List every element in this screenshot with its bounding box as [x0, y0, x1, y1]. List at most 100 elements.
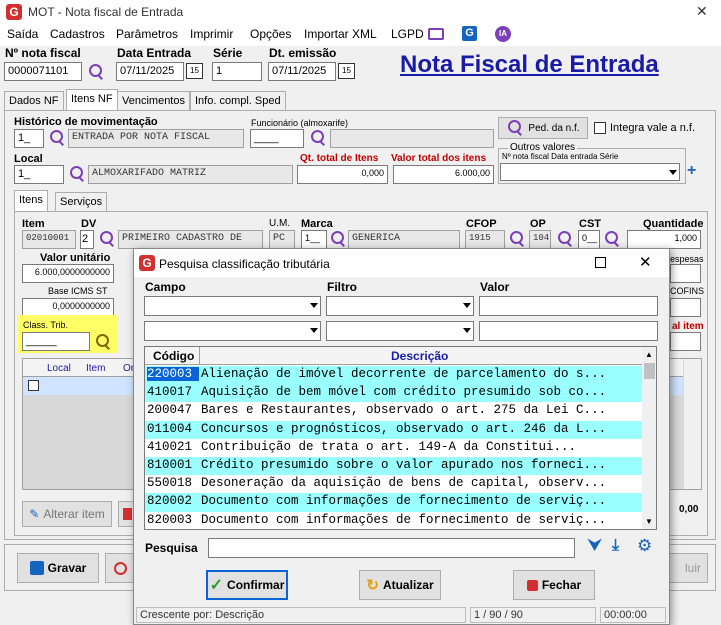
result-row[interactable]: 220003 Alienação de imóvel decorrente de … [145, 366, 642, 385]
valor-input-1[interactable] [479, 296, 658, 316]
result-row[interactable]: 810001 Crédito presumido sobre o valor ap… [145, 457, 642, 476]
scroll-down-icon[interactable]: ▼ [645, 517, 653, 526]
confirmar-button[interactable]: ✓ Confirmar [206, 570, 288, 600]
dt-emissao-input[interactable]: 07/11/2025 [268, 62, 336, 81]
next-down-icon[interactable]: ⮟ [588, 537, 602, 555]
cst-search-icon[interactable] [603, 230, 621, 248]
item-search-icon[interactable] [98, 230, 116, 248]
campo-select-1[interactable] [144, 296, 321, 316]
historico-code-input[interactable]: 1_ [14, 129, 44, 148]
menu-parametros[interactable]: Parâmetros [116, 27, 178, 41]
cancel-button[interactable] [105, 553, 135, 583]
op-input[interactable]: 104 [529, 230, 551, 249]
last-down-icon[interactable]: ⤓ [612, 537, 619, 555]
window-close-button[interactable]: ✕ [696, 3, 708, 20]
ped-nf-button[interactable]: Ped. da n.f. [498, 117, 588, 139]
result-row[interactable]: 011004 Concursos e prognósticos, observad… [145, 420, 642, 439]
ia-icon[interactable]: IA [495, 26, 511, 42]
result-codigo: 810001 [147, 458, 193, 472]
valor-total-input: 6.000,00 [393, 165, 494, 184]
result-row[interactable]: 820002 Documento com informações de forne… [145, 493, 642, 512]
excluir-button[interactable]: luir [664, 553, 708, 583]
tab-vencimentos[interactable]: Vencimentos [117, 91, 190, 111]
valor-total-label: Valor total dos itens [391, 153, 487, 164]
gravar-label: Gravar [47, 561, 87, 575]
nota-input[interactable]: 0000071101 [4, 62, 82, 81]
menu-cadastros[interactable]: Cadastros [50, 27, 105, 41]
maximize-icon[interactable] [595, 257, 606, 268]
cfop-search-icon[interactable] [508, 230, 526, 248]
subtab-itens[interactable]: Itens [14, 190, 48, 212]
calendar-icon[interactable]: 15 [338, 63, 355, 79]
calendar-icon[interactable]: 15 [186, 63, 203, 79]
result-row[interactable]: 200047 Bares e Restaurantes, observado o … [145, 402, 642, 420]
monitor-icon[interactable] [428, 28, 444, 40]
alterar-item-button[interactable]: ✎ Alterar item [22, 501, 112, 527]
historico-desc: ENTRADA POR NOTA FISCAL [68, 129, 244, 148]
data-entrada-input[interactable]: 07/11/2025 [116, 62, 184, 81]
add-plus-icon[interactable]: + [687, 162, 696, 180]
outros-valores-columns: Nº nota fiscal Data entrada Série [502, 152, 619, 161]
menu-imprimir[interactable]: Imprimir [190, 27, 233, 41]
funcionario-search-icon[interactable] [309, 129, 327, 147]
fechar-button[interactable]: Fechar [513, 570, 595, 600]
funcionario-input[interactable]: ____ [250, 129, 304, 148]
col-descricao-header[interactable]: Descrição [391, 349, 448, 363]
local-search-icon[interactable] [68, 165, 86, 183]
integra-checkbox[interactable] [594, 122, 606, 134]
valor-unitario-input[interactable]: 6.000,0000000000 [22, 264, 114, 283]
settings-gear-icon[interactable]: ⚙ [637, 536, 652, 556]
row-checkbox[interactable] [28, 380, 39, 391]
menu-saida[interactable]: Saída [7, 27, 38, 41]
despesas-input[interactable] [670, 264, 701, 283]
result-descricao: Alienação de imóvel decorrente de parcel… [201, 367, 607, 381]
result-row[interactable]: 410021 Contribuição de trata o art. 149-A… [145, 439, 642, 457]
cst-input[interactable]: 0__ [578, 230, 600, 249]
menu-lgpd[interactable]: LGPD [391, 27, 424, 41]
result-codigo: 820003 [147, 512, 193, 527]
g-brand-icon[interactable]: G [462, 26, 477, 41]
item-input[interactable]: 02010001 [22, 230, 76, 249]
quantidade-input[interactable]: 1,000 [627, 230, 701, 249]
nota-label: Nº nota fiscal [5, 46, 81, 60]
marca-code-input[interactable]: 1__ [301, 230, 327, 249]
cfop-input[interactable]: 1915 [465, 230, 505, 249]
serie-input[interactable]: 1 [212, 62, 262, 81]
menu-importar-xml[interactable]: Importar XML [304, 27, 377, 41]
class-trib-search-icon[interactable] [94, 333, 112, 351]
dialog-close-button[interactable]: ✕ [639, 253, 652, 271]
result-row[interactable]: 550018 Desoneração da aquisição de bens d… [145, 475, 642, 493]
col-codigo-header[interactable]: Código [153, 349, 194, 363]
filtro-select-1[interactable] [326, 296, 474, 316]
page-title: Nota Fiscal de Entrada [400, 51, 659, 78]
nota-search-icon[interactable] [87, 63, 105, 81]
pesquisa-input[interactable] [208, 538, 575, 558]
filtro-select-2[interactable] [326, 321, 474, 341]
scroll-thumb[interactable] [644, 363, 655, 379]
cofins-input[interactable] [670, 298, 701, 317]
local-code-input[interactable]: 1_ [14, 165, 64, 184]
atualizar-button[interactable]: ↻ Atualizar [359, 570, 441, 600]
result-descricao: Desoneração da aquisição de bens de capi… [201, 476, 607, 491]
subtab-servicos[interactable]: Serviços [55, 192, 108, 212]
gravar-button[interactable]: Gravar [17, 553, 99, 583]
result-row[interactable]: 820003 Documento com informações de forne… [145, 512, 642, 529]
outros-valores-select[interactable] [500, 163, 680, 181]
menu-opcoes[interactable]: Opções [250, 27, 291, 41]
class-trib-input[interactable]: _____ [22, 332, 90, 351]
tab-dados-nf[interactable]: Dados NF [4, 91, 64, 111]
op-search-icon[interactable] [556, 230, 574, 248]
results-grid[interactable]: Código Descrição 220003 Alienação de imóv… [144, 346, 657, 530]
result-row[interactable]: 410017 Aquisição de bem móvel com crédito… [145, 384, 642, 403]
dialog-g-icon: G [139, 255, 155, 271]
valor-input-2[interactable] [479, 321, 658, 341]
cst-label: CST [579, 218, 601, 230]
campo-select-2[interactable] [144, 321, 321, 341]
historico-search-icon[interactable] [48, 129, 66, 147]
dv-input[interactable]: 2 [80, 230, 94, 249]
tab-info-compl-sped[interactable]: Info. compl. Sped [190, 91, 286, 111]
scroll-up-icon[interactable]: ▲ [645, 350, 653, 359]
tab-itens-nf[interactable]: Itens NF [66, 89, 118, 111]
marca-search-icon[interactable] [329, 230, 347, 248]
items-grid-scrollbar[interactable] [684, 359, 701, 489]
